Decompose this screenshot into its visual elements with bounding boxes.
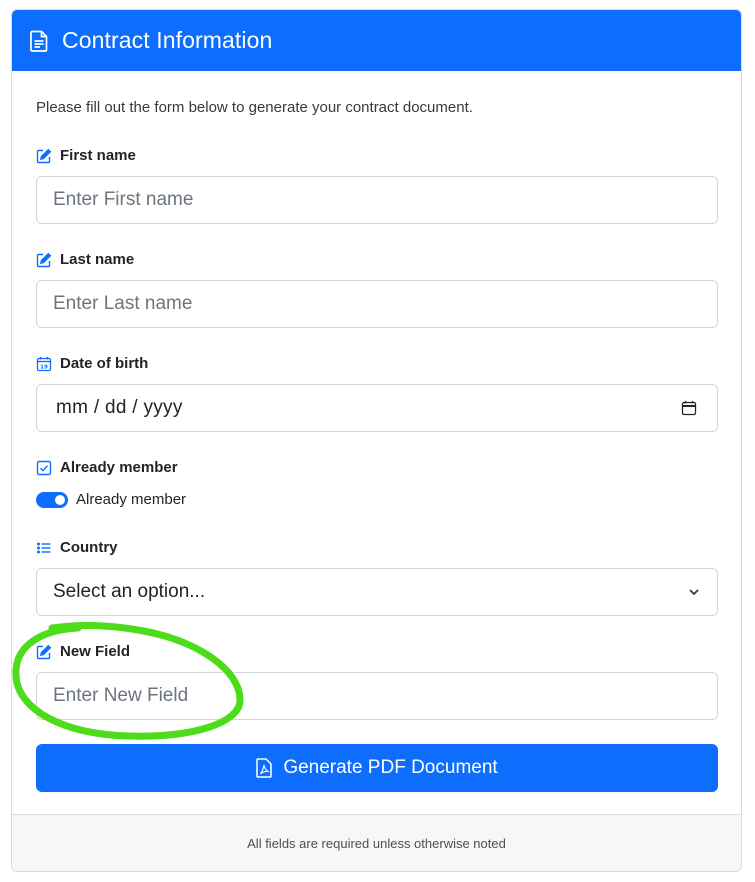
chevron-down-icon [687, 585, 701, 599]
intro-text: Please fill out the form below to genera… [36, 99, 473, 116]
switch-knob [55, 494, 65, 505]
already-member-switch[interactable] [36, 491, 68, 508]
last-name-input[interactable] [36, 280, 718, 328]
new-field-label: New Field [36, 643, 130, 660]
date-of-birth-label: 19 Date of birth [36, 355, 148, 372]
last-name-label-text: Last name [60, 251, 135, 268]
card-header: Contract Information [12, 10, 741, 71]
first-name-label: First name [36, 147, 136, 164]
country-label-text: Country [60, 539, 118, 556]
generate-pdf-button-label: Generate PDF Document [283, 757, 498, 778]
file-pdf-icon [256, 758, 274, 778]
document-icon [30, 29, 50, 53]
date-of-birth-label-text: Date of birth [60, 355, 149, 372]
new-field-label-text: New Field [60, 643, 131, 660]
date-of-birth-input[interactable]: mm / dd / yyyy [36, 384, 718, 432]
footer-note: All fields are required unless otherwise… [247, 835, 506, 851]
generate-pdf-button[interactable]: Generate PDF Document [36, 744, 718, 792]
date-placeholder: mm / dd / yyyy [56, 397, 183, 418]
calendar-picker-icon[interactable] [681, 400, 697, 416]
calendar-icon: 19 [36, 356, 52, 372]
new-field-input[interactable] [36, 672, 718, 720]
country-label: Country [36, 539, 118, 556]
country-selected-value: Select an option... [53, 581, 206, 602]
already-member-toggle-label[interactable]: Already member [76, 491, 186, 508]
svg-text:19: 19 [40, 364, 48, 370]
check-square-icon [36, 460, 52, 476]
first-name-input[interactable] [36, 176, 718, 224]
already-member-label: Already member [36, 459, 178, 476]
country-select[interactable]: Select an option... [36, 568, 718, 616]
page-title: Contract Information [62, 27, 273, 53]
already-member-label-text: Already member [60, 459, 178, 476]
pencil-square-icon [36, 148, 52, 164]
last-name-label: Last name [36, 251, 134, 268]
pencil-square-icon [36, 644, 52, 660]
first-name-label-text: First name [60, 147, 136, 164]
contract-form-card: Contract Information Please fill out the… [11, 9, 742, 872]
list-icon [36, 540, 52, 556]
card-footer: All fields are required unless otherwise… [12, 814, 741, 871]
pencil-square-icon [36, 252, 52, 268]
already-member-toggle-row[interactable]: Already member [36, 491, 186, 508]
